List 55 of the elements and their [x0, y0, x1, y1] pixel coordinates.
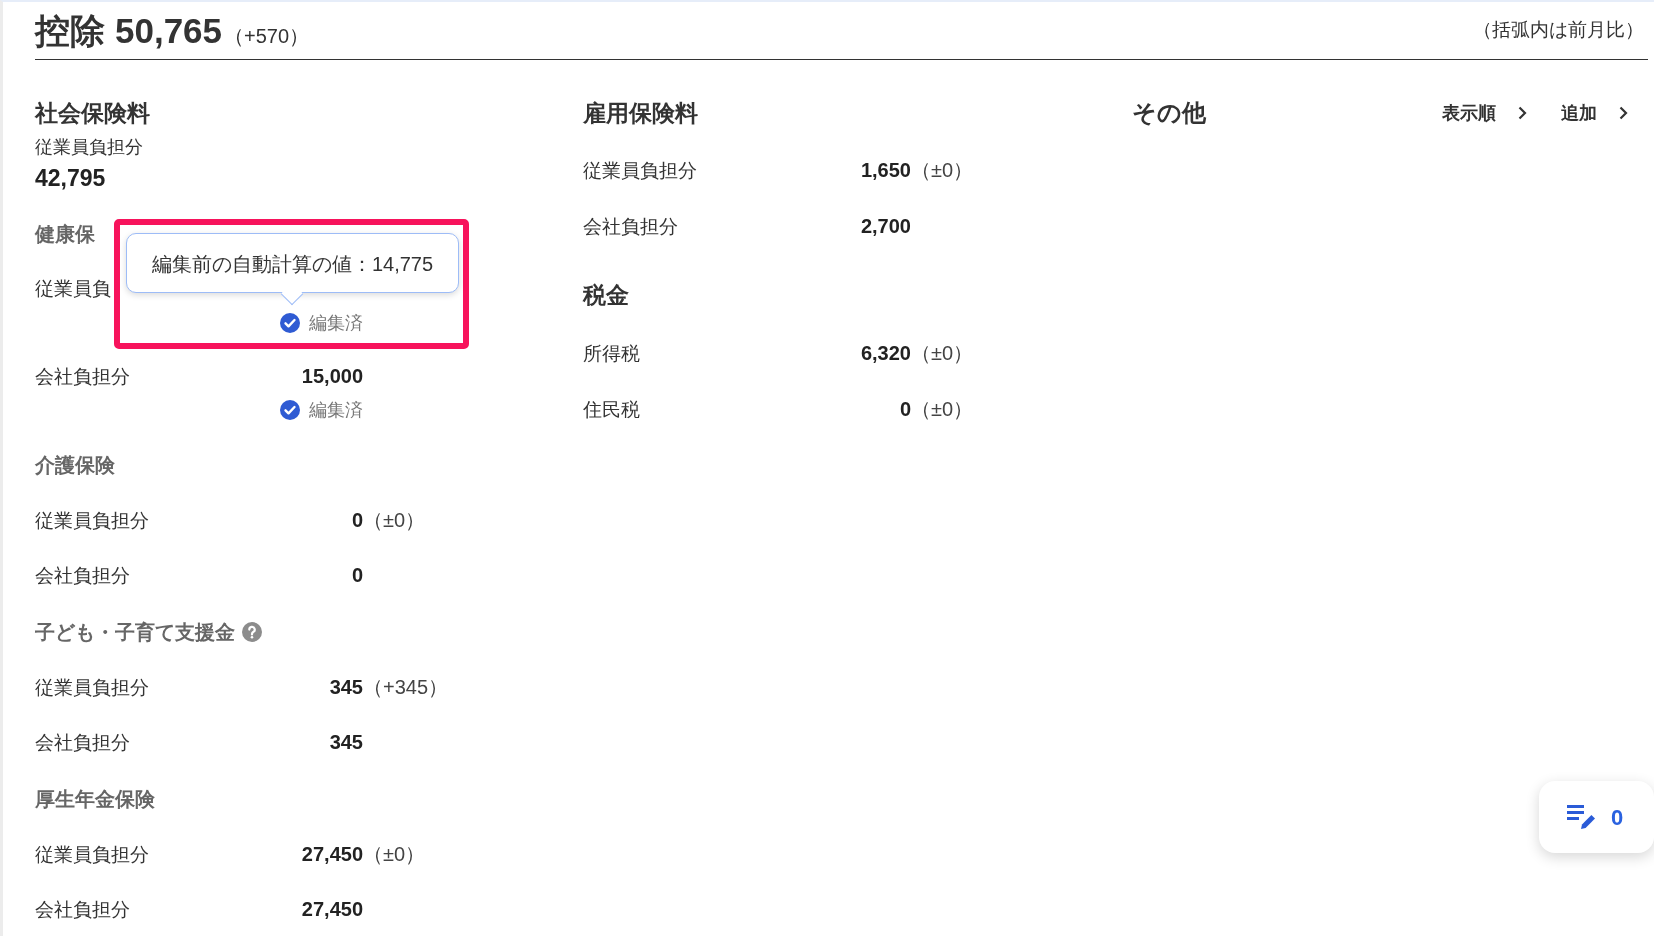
row-label: 所得税	[583, 342, 640, 366]
amount-value: 0	[899, 397, 911, 422]
group-title: 介護保険	[35, 453, 115, 478]
edited-label: 編集済	[309, 399, 363, 421]
group-title: 厚生年金保険	[35, 787, 155, 812]
change-value: （±0）	[363, 508, 426, 533]
amount-value: 0	[351, 563, 363, 588]
group-title: 子ども・子育て支援金	[35, 620, 235, 645]
section-title: 税金	[583, 282, 629, 308]
amount-value: 6,320	[860, 341, 911, 366]
comparison-note: （括弧内は前月比）	[1473, 18, 1644, 43]
amount-value: 2,700	[860, 214, 911, 239]
change-value: （+345）	[363, 675, 449, 700]
summary-value: 42,795	[35, 164, 106, 192]
amount-value: 0	[351, 508, 363, 533]
row-label: 住民税	[583, 398, 640, 422]
row-label: 従業員負担分	[35, 676, 149, 700]
help-icon[interactable]	[242, 622, 262, 642]
edited-label: 編集済	[309, 312, 363, 334]
section-title: 社会保険料	[35, 100, 150, 126]
total-amount: 50,765	[115, 10, 223, 51]
row-label: 従業員負	[35, 277, 111, 301]
add-link[interactable]: 追加	[1561, 101, 1628, 125]
change-value: （±0）	[363, 842, 426, 867]
section-title: その他	[1132, 100, 1206, 126]
summary-label: 従業員負担分	[35, 136, 143, 159]
chevron-right-icon	[1518, 106, 1527, 120]
edit-list-button[interactable]: 0	[1539, 781, 1654, 853]
change-value: （±0）	[911, 158, 974, 183]
chevron-right-icon	[1619, 106, 1628, 120]
check-circle-icon	[280, 400, 300, 420]
row-label: 従業員負担分	[583, 159, 697, 183]
amount-value: 27,450	[301, 842, 363, 867]
group-title: 健康保	[35, 222, 95, 247]
tooltip: 編集前の自動計算の値：14,775	[126, 233, 459, 305]
row-label: 会社負担分	[35, 564, 130, 588]
section-title: 雇用保険料	[583, 100, 698, 126]
change-value: （+570）	[224, 23, 310, 49]
change-value: （±0）	[911, 341, 974, 366]
row-label: 会社負担分	[35, 365, 130, 389]
change-value: （±0）	[911, 397, 974, 422]
row-label: 従業員負担分	[35, 509, 149, 533]
check-circle-icon	[280, 313, 300, 333]
amount-value: 345	[329, 730, 363, 755]
page-title: 控除	[35, 10, 105, 51]
amount-value: 15,000	[301, 364, 363, 389]
list-edit-icon	[1567, 805, 1595, 829]
amount-value: 1,650	[860, 158, 911, 183]
display-order-link[interactable]: 表示順	[1442, 101, 1527, 125]
row-label: 従業員負担分	[35, 843, 149, 867]
amount-value: 345	[329, 675, 363, 700]
row-label: 会社負担分	[35, 731, 130, 755]
row-label: 会社負担分	[583, 215, 678, 239]
row-label: 会社負担分	[35, 898, 130, 922]
amount-value: 27,450	[301, 897, 363, 922]
